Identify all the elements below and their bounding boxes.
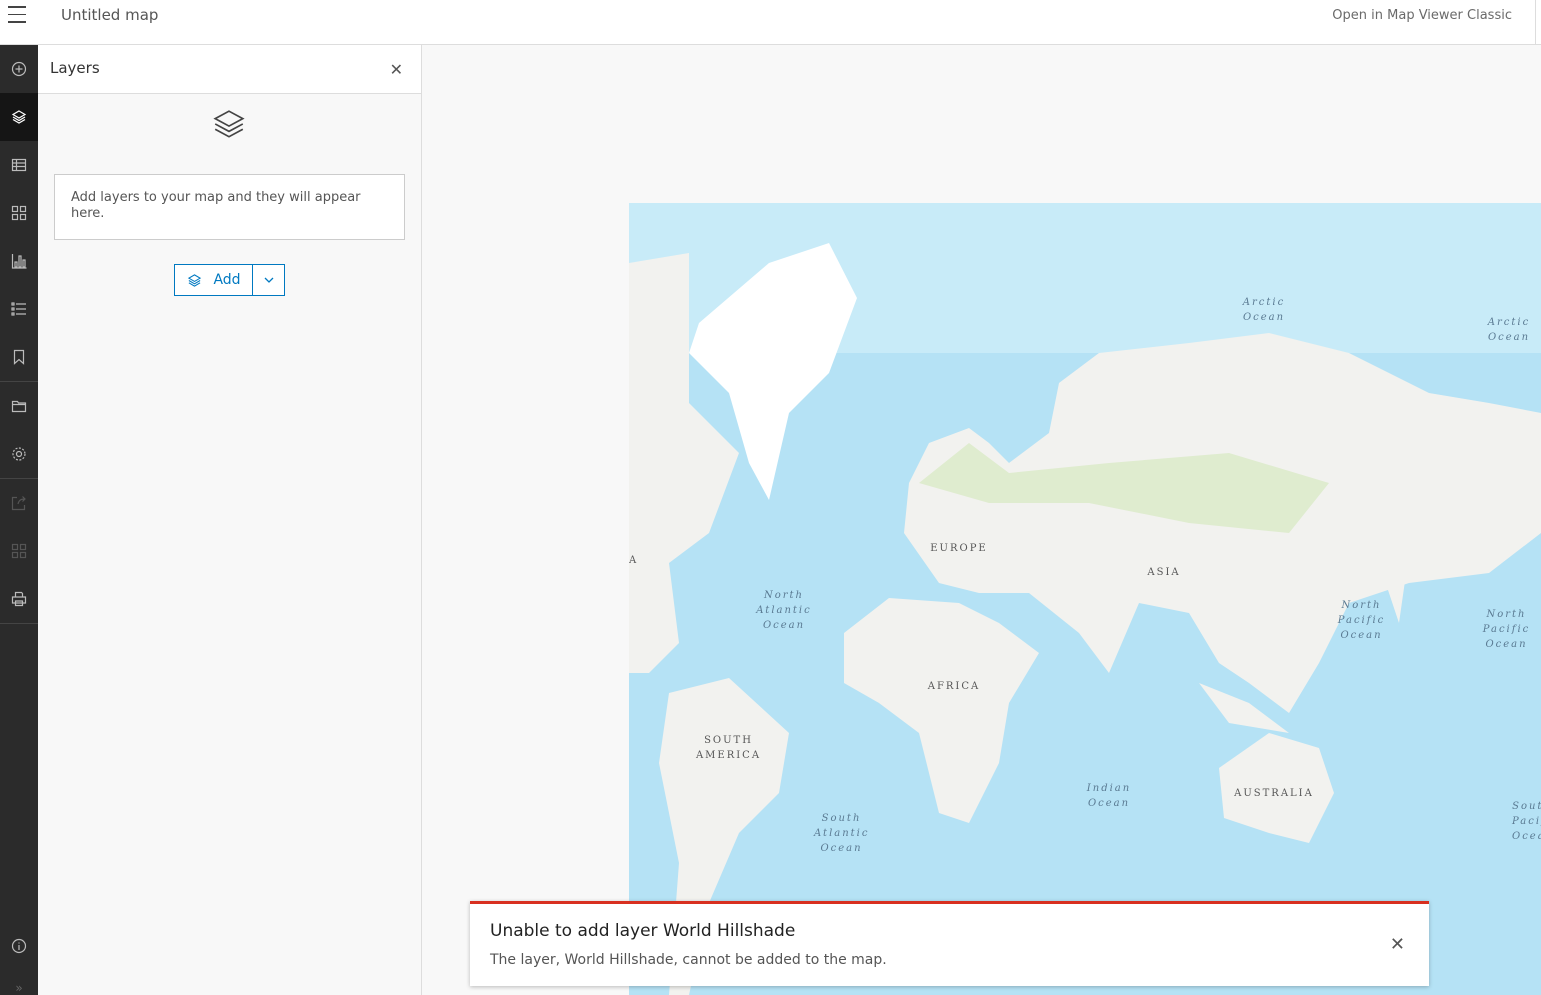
top-bar: Untitled map Open in Map Viewer Classic (0, 0, 1541, 45)
menu-icon[interactable] (8, 6, 26, 24)
map-label-arctic-ocean: Arctic Ocean (1487, 317, 1531, 343)
map-label-north-pacific: North Pacific Ocean (1482, 609, 1531, 650)
add-label: Add (213, 272, 241, 288)
share-icon[interactable] (0, 479, 38, 527)
add-button-group: Add (174, 264, 285, 296)
map-view[interactable]: Arctic Ocean Arctic Ocean EUROPE ASIA No… (629, 203, 1541, 995)
toast-message: The layer, World Hillshade, cannot be ad… (490, 952, 887, 968)
toast-title: Unable to add layer World Hillshade (490, 921, 796, 941)
chart-icon[interactable] (0, 237, 38, 285)
map-title[interactable]: Untitled map (61, 6, 158, 24)
map-label-africa: AFRICA (927, 681, 981, 692)
map-label-europe: EUROPE (930, 543, 988, 554)
map-label-arctic-ocean: Arctic Ocean (1242, 297, 1286, 323)
folder-icon[interactable] (0, 382, 38, 430)
add-icon[interactable] (0, 45, 38, 93)
add-dropdown-button[interactable] (253, 265, 284, 295)
legend-icon[interactable] (0, 285, 38, 333)
widgets-icon[interactable] (0, 189, 38, 237)
info-icon[interactable] (0, 922, 38, 970)
close-icon[interactable]: ✕ (390, 60, 403, 79)
divider (0, 623, 38, 624)
panel-title: Layers (50, 59, 100, 77)
map-label-partial: A (629, 555, 639, 566)
map-label-north-atlantic: North Atlantic Ocean (756, 590, 812, 631)
map-label-asia: ASIA (1147, 567, 1181, 578)
layers-icon (212, 108, 246, 146)
gear-icon[interactable] (0, 430, 38, 478)
print-icon[interactable] (0, 575, 38, 623)
table-icon[interactable] (0, 141, 38, 189)
divider (1535, 0, 1536, 45)
layers-panel: Layers ✕ Add layers to your map and they… (38, 45, 422, 995)
open-classic-link[interactable]: Open in Map Viewer Classic (1332, 8, 1512, 23)
layers-icon[interactable] (0, 93, 38, 141)
map-label-south-atlantic: South Atlantic Ocean (814, 813, 870, 854)
action-bar: » (0, 45, 38, 995)
add-button[interactable]: Add (175, 265, 253, 295)
map-label-south-pacific: South Pacific Ocean (1512, 801, 1541, 842)
map-label-australia: AUSTRALIA (1234, 788, 1314, 799)
empty-message: Add layers to your map and they will app… (54, 174, 405, 240)
close-icon[interactable]: ✕ (1390, 934, 1405, 955)
expand-icon[interactable]: » (0, 981, 38, 995)
error-toast: Unable to add layer World Hillshade The … (470, 901, 1429, 986)
chevron-down-icon (264, 277, 273, 283)
bookmark-icon[interactable] (0, 333, 38, 381)
apps-icon[interactable] (0, 527, 38, 575)
map-label-north-pacific: North Pacific Ocean (1337, 600, 1386, 641)
map-label-indian-ocean: Indian Ocean (1086, 783, 1132, 809)
map-label-south-america: SOUTH AMERICA (695, 735, 762, 761)
